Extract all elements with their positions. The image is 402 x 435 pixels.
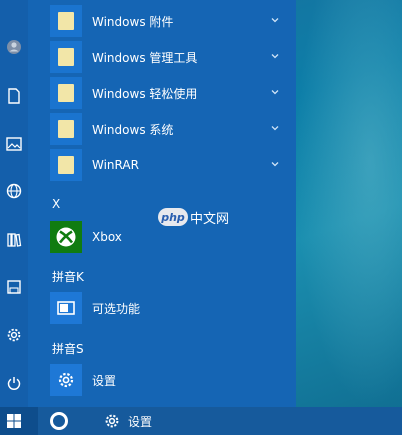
app-label: Windows 轻松使用 bbox=[92, 86, 198, 101]
section-header-k[interactable]: 拼音K bbox=[52, 268, 84, 285]
gear-icon bbox=[50, 364, 82, 396]
app-label: Windows 管理工具 bbox=[92, 50, 198, 65]
app-folder-windows-system[interactable]: Windows 系统 bbox=[50, 113, 296, 145]
power-icon[interactable] bbox=[4, 373, 24, 393]
watermark: php 中文网 bbox=[158, 207, 229, 227]
chevron-down-icon[interactable] bbox=[270, 87, 280, 97]
taskbar-settings-label[interactable]: 设置 bbox=[128, 413, 152, 430]
xbox-icon bbox=[50, 221, 82, 253]
app-optional-features[interactable]: 可选功能 bbox=[50, 292, 296, 324]
taskbar: 设置 bbox=[0, 407, 402, 435]
app-label: Xbox bbox=[92, 230, 122, 244]
disk-icon[interactable] bbox=[4, 277, 24, 297]
folder-icon bbox=[50, 41, 82, 73]
windows-logo-icon[interactable] bbox=[0, 407, 28, 435]
globe-icon[interactable] bbox=[4, 181, 24, 201]
app-settings[interactable]: 设置 bbox=[50, 364, 296, 396]
app-folder-windows-admin-tools[interactable]: Windows 管理工具 bbox=[50, 41, 296, 73]
app-folder-windows-ease-of-access[interactable]: Windows 轻松使用 bbox=[50, 77, 296, 109]
library-icon[interactable] bbox=[4, 230, 24, 250]
chevron-down-icon[interactable] bbox=[270, 51, 280, 61]
app-list: Windows 附件 Windows 管理工具 Windows 轻松使用 Win… bbox=[28, 0, 296, 407]
app-label: Windows 系统 bbox=[92, 122, 174, 137]
window-icon bbox=[50, 292, 82, 324]
folder-icon bbox=[50, 77, 82, 109]
folder-icon bbox=[50, 5, 82, 37]
app-label: WinRAR bbox=[92, 158, 139, 172]
app-label: 可选功能 bbox=[92, 301, 141, 316]
folder-icon bbox=[50, 113, 82, 145]
app-folder-windows-accessories[interactable]: Windows 附件 bbox=[50, 5, 296, 37]
start-menu: Windows 附件 Windows 管理工具 Windows 轻松使用 Win… bbox=[0, 0, 296, 407]
chevron-down-icon[interactable] bbox=[270, 159, 280, 169]
section-header-x[interactable]: X bbox=[52, 197, 60, 211]
start-rail bbox=[0, 0, 28, 407]
taskbar-search-result[interactable] bbox=[38, 407, 402, 435]
chevron-down-icon[interactable] bbox=[270, 15, 280, 25]
chevron-down-icon[interactable] bbox=[270, 123, 280, 133]
watermark-badge: php bbox=[158, 208, 188, 226]
app-label: Windows 附件 bbox=[92, 14, 174, 29]
folder-icon bbox=[50, 149, 82, 181]
section-header-s[interactable]: 拼音S bbox=[52, 340, 84, 357]
app-folder-winrar[interactable]: WinRAR bbox=[50, 149, 296, 181]
gear-icon[interactable] bbox=[4, 325, 24, 345]
user-icon[interactable] bbox=[4, 37, 24, 57]
app-label: 设置 bbox=[92, 373, 117, 388]
pictures-icon[interactable] bbox=[4, 134, 24, 154]
document-icon[interactable] bbox=[4, 86, 24, 106]
gear-icon[interactable] bbox=[104, 413, 120, 429]
watermark-text: 中文网 bbox=[190, 211, 230, 227]
cortana-icon[interactable] bbox=[50, 412, 68, 430]
